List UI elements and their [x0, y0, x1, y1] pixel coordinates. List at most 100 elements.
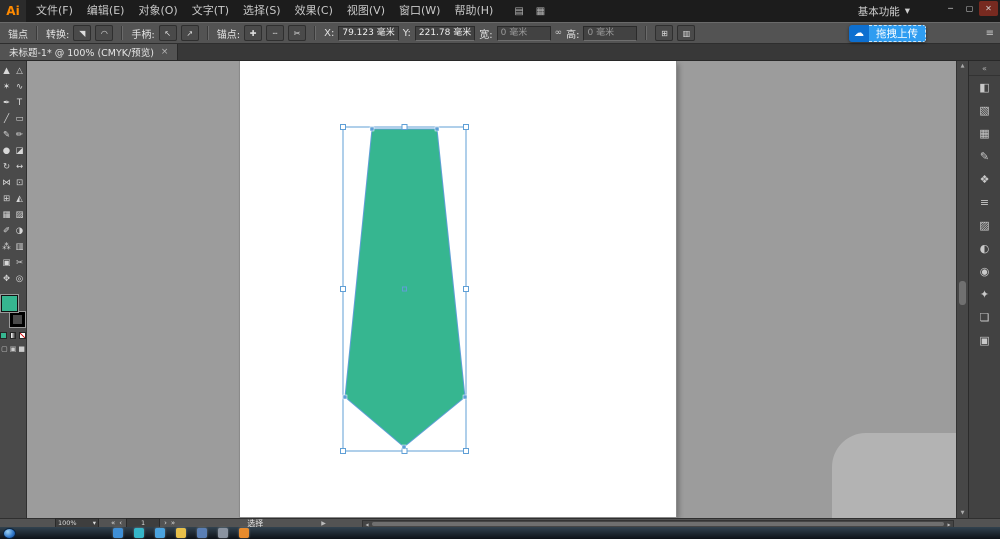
menu-item-view[interactable]: 视图(V)	[340, 0, 392, 22]
tool-blend-tool[interactable]: ◑	[13, 223, 26, 239]
tool-eyedropper-tool[interactable]: ✐	[0, 223, 13, 239]
menu-item-object[interactable]: 对象(O)	[131, 0, 184, 22]
link-dimensions-icon[interactable]: ∞	[555, 28, 563, 38]
selection-handle[interactable]	[464, 125, 469, 130]
first-artboard-icon[interactable]: «	[111, 519, 115, 527]
menu-item-file[interactable]: 文件(F)	[29, 0, 80, 22]
tool-hand-tool[interactable]: ✥	[0, 271, 13, 287]
restore-button[interactable]: ▢	[960, 1, 979, 16]
taskbar-app-2[interactable]	[134, 528, 144, 538]
convert-to-smooth-button[interactable]: ◠	[95, 25, 113, 41]
toolbar-none-button[interactable]	[19, 332, 26, 339]
artboard[interactable]	[240, 61, 676, 517]
menu-item-window[interactable]: 窗口(W)	[392, 0, 447, 22]
selection-handle[interactable]	[464, 449, 469, 454]
tool-slice-tool[interactable]: ✂	[13, 255, 26, 271]
fill-swatch[interactable]	[1, 295, 18, 312]
anchor-point[interactable]	[343, 395, 347, 399]
align-icon[interactable]: ▥	[677, 25, 695, 41]
taskbar-app-1[interactable]	[113, 528, 123, 538]
workspace-switcher[interactable]: 基本功能 ▾	[858, 0, 910, 22]
tool-free-transform-tool[interactable]: ⊡	[13, 175, 26, 191]
hide-handles-button[interactable]: ↗	[181, 25, 199, 41]
selection-handle[interactable]	[402, 125, 407, 130]
selection-handle[interactable]	[341, 125, 346, 130]
appearance-panel-icon[interactable]: ◉	[969, 260, 1000, 283]
document-tab[interactable]: 未标题-1* @ 100% (CMYK/预览) ×	[0, 44, 178, 60]
transparency-panel-icon[interactable]: ◐	[969, 237, 1000, 260]
vertical-scroll-thumb[interactable]	[959, 281, 966, 305]
tool-scale-tool[interactable]: ↔	[13, 159, 26, 175]
tie-shape[interactable]	[345, 129, 465, 447]
tool-column-graph-tool[interactable]: ▥	[13, 239, 26, 255]
full-screen-mode-icon[interactable]: ■	[18, 345, 25, 353]
add-anchor-button[interactable]: ✚	[244, 25, 262, 41]
tool-artboard-tool[interactable]: ▣	[0, 255, 13, 271]
tool-zoom-tool[interactable]: ◎	[13, 271, 26, 287]
menu-item-help[interactable]: 帮助(H)	[447, 0, 500, 22]
collapse-panels-icon[interactable]: «	[969, 61, 1000, 76]
convert-to-corner-button[interactable]: ◥	[73, 25, 91, 41]
tool-direct-selection-tool[interactable]: △	[13, 63, 26, 79]
selection-handle[interactable]	[464, 287, 469, 292]
canvas-area[interactable]	[27, 61, 956, 518]
toolbar-gradient-button[interactable]	[10, 332, 17, 339]
control-panel-menu-icon[interactable]: ≡	[986, 28, 994, 39]
color-panel-icon[interactable]: ◧	[969, 76, 1000, 99]
tool-paintbrush-tool[interactable]: ✎	[0, 127, 13, 143]
y-input[interactable]: 221.78 毫米	[415, 26, 475, 41]
taskbar-app-3[interactable]	[155, 528, 165, 538]
tool-lasso-tool[interactable]: ∿	[13, 79, 26, 95]
tool-width-tool[interactable]: ⋈	[0, 175, 13, 191]
remove-anchor-button[interactable]: ╌	[266, 25, 284, 41]
toolbar-color-button[interactable]	[0, 332, 7, 339]
tool-symbol-sprayer-tool[interactable]: ⁂	[0, 239, 13, 255]
menu-item-type[interactable]: 文字(T)	[185, 0, 236, 22]
brushes-panel-icon[interactable]: ✎	[969, 145, 1000, 168]
close-button[interactable]: ✕	[979, 1, 998, 16]
symbols-panel-icon[interactable]: ❖	[969, 168, 1000, 191]
minimize-button[interactable]: ─	[941, 1, 960, 16]
previous-artboard-icon[interactable]: ‹	[119, 519, 122, 527]
layers-panel-icon[interactable]: ❏	[969, 306, 1000, 329]
anchor-point[interactable]	[370, 127, 374, 131]
next-artboard-icon[interactable]: ›	[164, 519, 167, 527]
taskbar-app-5[interactable]	[197, 528, 207, 538]
graphic-styles-panel-icon[interactable]: ✦	[969, 283, 1000, 306]
taskbar-app-7[interactable]	[239, 528, 249, 538]
x-input[interactable]: 79.123 毫米	[338, 26, 398, 41]
menu-item-effect[interactable]: 效果(C)	[288, 0, 340, 22]
vertical-scrollbar[interactable]: ▲ ▼	[956, 61, 968, 518]
tool-rotate-tool[interactable]: ↻	[0, 159, 13, 175]
menu-item-select[interactable]: 选择(S)	[236, 0, 288, 22]
menu-item-edit[interactable]: 编辑(E)	[80, 0, 132, 22]
arrange-documents-icon[interactable]: ▦	[536, 6, 545, 17]
artboards-panel-icon[interactable]: ▣	[969, 329, 1000, 352]
selection-handle[interactable]	[341, 449, 346, 454]
tool-blob-brush-tool[interactable]: ●	[0, 143, 13, 159]
horizontal-scroll-thumb[interactable]	[372, 522, 944, 526]
taskbar-app-6[interactable]	[218, 528, 228, 538]
tool-selection-tool[interactable]: ▲	[0, 63, 13, 79]
tab-close-icon[interactable]: ×	[161, 47, 169, 57]
start-button[interactable]	[3, 528, 16, 539]
width-input[interactable]: 0 毫米	[497, 26, 551, 41]
normal-screen-mode-icon[interactable]: ▢	[1, 345, 8, 353]
tool-pen-tool[interactable]: ✒	[0, 95, 13, 111]
show-handles-button[interactable]: ↖	[159, 25, 177, 41]
color-guide-panel-icon[interactable]: ▧	[969, 99, 1000, 122]
tool-pencil-tool[interactable]: ✏	[13, 127, 26, 143]
full-screen-menu-mode-icon[interactable]: ▣	[10, 345, 17, 353]
gradient-panel-icon[interactable]: ▨	[969, 214, 1000, 237]
tool-type-tool[interactable]: T	[13, 95, 26, 111]
document-layout-icon[interactable]: ▤	[514, 6, 523, 17]
scroll-down-icon[interactable]: ▼	[957, 508, 968, 518]
height-input[interactable]: 0 毫米	[583, 26, 637, 41]
anchor-point[interactable]	[402, 445, 406, 449]
stroke-panel-icon[interactable]: ≡	[969, 191, 1000, 214]
scroll-up-icon[interactable]: ▲	[957, 61, 968, 71]
tool-perspective-grid-tool[interactable]: ◭	[13, 191, 26, 207]
tool-line-segment-tool[interactable]: ╱	[0, 111, 13, 127]
taskbar-app-4[interactable]	[176, 528, 186, 538]
anchor-point[interactable]	[435, 127, 439, 131]
